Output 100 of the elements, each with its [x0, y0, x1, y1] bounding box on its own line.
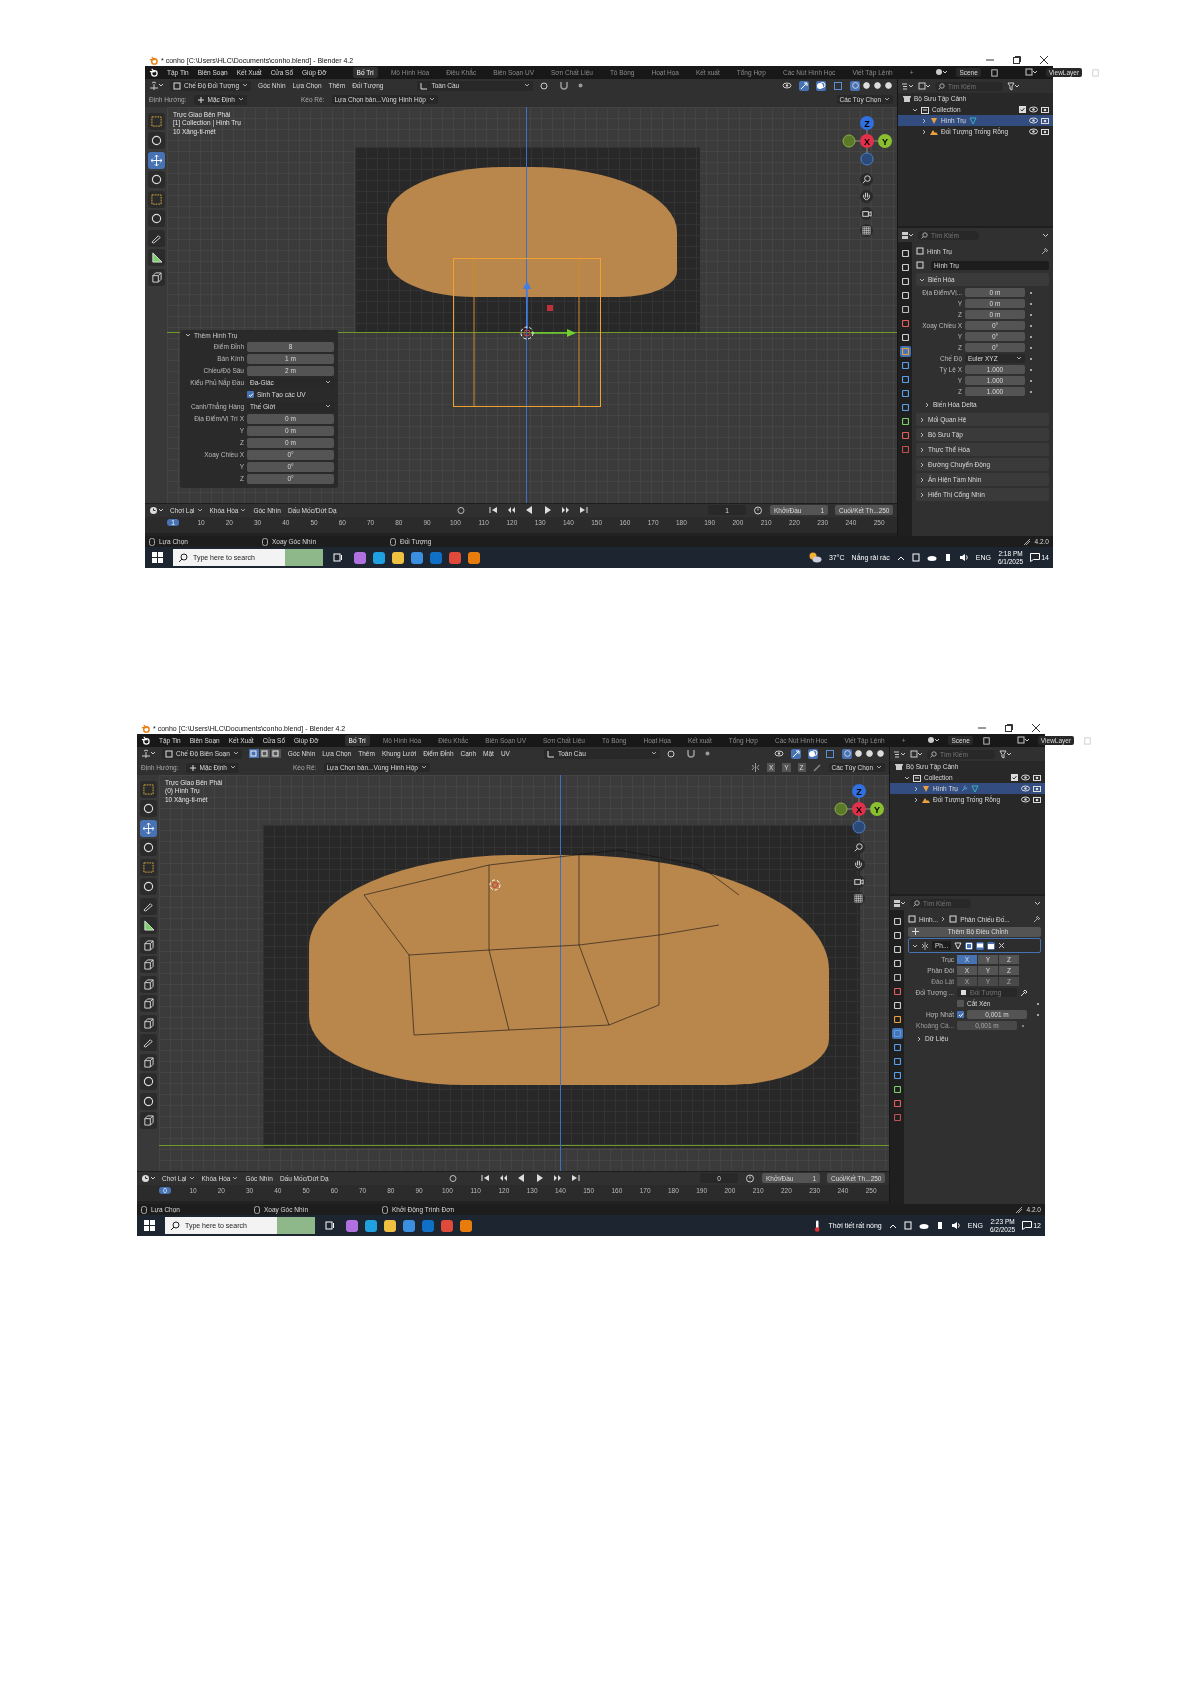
select-mode-button[interactable]	[270, 749, 281, 759]
keyframe-dot-icon[interactable]	[1028, 355, 1034, 362]
eye-icon[interactable]	[782, 81, 792, 91]
keyframe-dot-icon[interactable]	[1020, 1022, 1026, 1029]
shading-button[interactable]	[872, 80, 882, 91]
skip-start-icon[interactable]	[488, 506, 498, 515]
select-mode-button[interactable]	[248, 749, 259, 759]
eye-icon[interactable]	[1021, 774, 1030, 781]
viewport-canvas[interactable]	[167, 106, 897, 503]
skip-start-icon[interactable]	[480, 1174, 490, 1183]
next-keyframe-icon[interactable]	[552, 1174, 562, 1183]
overlay-toggle-icon[interactable]	[808, 748, 818, 759]
chevron-icon[interactable]	[921, 128, 927, 135]
property-tab[interactable]	[899, 374, 911, 385]
property-tab[interactable]	[891, 916, 903, 927]
property-tab[interactable]	[899, 290, 911, 301]
property-tab[interactable]	[899, 248, 911, 259]
tool-button[interactable]	[139, 878, 157, 895]
keyframe-dot-icon[interactable]	[1028, 344, 1034, 351]
chevron-icon[interactable]	[913, 785, 919, 792]
property-tab[interactable]	[891, 986, 903, 997]
restore-icon[interactable]	[1012, 55, 1022, 65]
shading-button[interactable]	[875, 748, 885, 759]
previous-keyframe-icon[interactable]	[506, 506, 516, 515]
property-tab[interactable]	[891, 958, 903, 969]
property-tab[interactable]	[891, 1000, 903, 1011]
play-icon[interactable]	[542, 506, 552, 515]
checkbox[interactable]	[1019, 106, 1026, 113]
list-icon[interactable]	[901, 81, 914, 91]
tool-button[interactable]	[139, 1073, 157, 1090]
record-icon[interactable]	[455, 505, 466, 515]
tool-button[interactable]	[147, 268, 165, 286]
property-tab[interactable]	[891, 1056, 903, 1067]
select-mode-button[interactable]	[259, 749, 270, 759]
square-icon[interactable]	[965, 941, 974, 950]
gizmo-toggle-icon[interactable]	[791, 748, 801, 759]
property-tab[interactable]	[899, 360, 911, 371]
chevron-icon[interactable]	[912, 106, 918, 113]
tool-button[interactable]	[139, 1053, 157, 1071]
eye-icon[interactable]	[1029, 117, 1038, 124]
tool-button[interactable]	[147, 171, 165, 188]
tool-button[interactable]	[139, 800, 157, 817]
hand-icon[interactable]	[852, 857, 865, 871]
tool-button[interactable]	[147, 249, 165, 266]
filter-icon[interactable]	[999, 749, 1012, 759]
shading-button[interactable]	[842, 748, 852, 759]
zoom-icon[interactable]	[852, 840, 865, 854]
list-icon[interactable]	[893, 749, 906, 759]
volume-icon[interactable]	[958, 553, 969, 562]
property-tab[interactable]	[891, 1014, 903, 1025]
cloud-icon[interactable]	[926, 554, 937, 561]
windows-logo-icon[interactable]	[152, 552, 163, 563]
editor-type-icon[interactable]	[141, 749, 155, 759]
zoom-icon[interactable]	[860, 172, 873, 186]
tool-button[interactable]	[147, 132, 165, 149]
copy-icon[interactable]	[989, 68, 999, 77]
xray-icon[interactable]	[825, 748, 835, 759]
axis-gizmo[interactable]: X Y Z	[841, 114, 893, 167]
layers-icon[interactable]	[1016, 736, 1029, 745]
tool-button[interactable]	[139, 819, 157, 837]
skip-end-icon[interactable]	[578, 506, 588, 515]
tool-button[interactable]	[147, 229, 165, 247]
magnet-icon[interactable]	[685, 749, 696, 759]
keyframe-dot-icon[interactable]	[1028, 311, 1034, 318]
property-tab[interactable]	[899, 332, 911, 343]
shading-button[interactable]	[861, 80, 871, 91]
keyframe-dot-icon[interactable]	[1028, 366, 1034, 373]
cloud-icon[interactable]	[918, 1222, 929, 1229]
editor-type-icon[interactable]	[901, 230, 914, 240]
editor-type-icon[interactable]	[893, 898, 906, 908]
chevron-icon[interactable]	[904, 774, 910, 781]
property-tab[interactable]	[899, 346, 911, 357]
tool-button[interactable]	[139, 995, 157, 1012]
logo-icon[interactable]	[141, 736, 150, 745]
windows-logo-icon[interactable]	[144, 1220, 155, 1231]
tool-button[interactable]	[139, 956, 157, 973]
property-tab[interactable]	[891, 1042, 903, 1053]
keyframe-dot-icon[interactable]	[1035, 1000, 1041, 1007]
copy-icon[interactable]	[981, 736, 991, 745]
app-tile-icon[interactable]	[354, 551, 366, 564]
clock-icon[interactable]	[149, 505, 163, 515]
checkbox[interactable]	[1011, 774, 1018, 781]
brush-icon[interactable]	[812, 763, 822, 773]
property-tab[interactable]	[891, 1070, 903, 1081]
app-tile-icon[interactable]	[441, 1219, 453, 1232]
restore-icon[interactable]	[1004, 723, 1014, 733]
gizmo-toggle-icon[interactable]	[799, 80, 809, 91]
property-tab[interactable]	[899, 388, 911, 399]
skip-end-icon[interactable]	[570, 1174, 580, 1183]
shading-button[interactable]	[853, 748, 863, 759]
tool-button[interactable]	[139, 839, 157, 856]
app-tile-icon[interactable]	[460, 1219, 472, 1232]
keyframe-dot-icon[interactable]	[1028, 289, 1034, 296]
eye-icon[interactable]	[1021, 796, 1030, 803]
pin-icon[interactable]	[1033, 915, 1041, 923]
property-tab[interactable]	[899, 430, 911, 441]
display-mode-icon[interactable]	[918, 81, 931, 91]
logo-icon[interactable]	[149, 68, 158, 77]
property-tab[interactable]	[891, 1028, 903, 1039]
display-mode-icon[interactable]	[910, 749, 923, 759]
